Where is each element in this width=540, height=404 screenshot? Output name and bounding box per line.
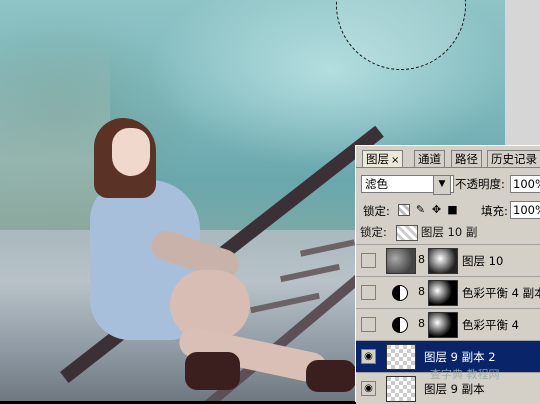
watermark: 查字典 教程网 [430,368,500,381]
tab-history[interactable]: 历史记录 [487,150,540,167]
eye-icon[interactable]: ◉ [361,381,376,396]
link-icon: 8 [418,317,425,330]
layer-row[interactable]: 8 色彩平衡 4 副本 [356,276,540,308]
girl-boot [306,360,356,392]
opacity-label: 不透明度: [455,177,505,191]
ghost-thumbnail [396,225,418,241]
tab-paths[interactable]: 路径 [451,150,482,167]
lock-label: 锁定: [363,204,390,218]
tab-channels[interactable]: 通道 [414,150,445,167]
close-icon[interactable]: × [391,155,399,166]
lock-icon[interactable]: ■ [446,203,459,216]
layer-name: 图层 9 副本 [424,382,485,396]
opacity-field[interactable]: 100% [510,175,540,193]
layer-thumbnail [386,376,416,402]
girl-knee [170,270,250,340]
visibility-toggle[interactable] [361,253,376,268]
visibility-toggle[interactable] [361,317,376,332]
layer-name: 色彩平衡 4 [462,318,519,332]
layer-name: 图层 10 [462,254,504,268]
lock-transparency-icon[interactable] [398,204,410,216]
chevron-down-icon[interactable]: ▼ [433,175,451,195]
layer-name: 色彩平衡 4 副本 [462,286,540,300]
drag-ghost: 锁定:图层 10 副本 2 [360,222,480,259]
layer-thumbnail [386,248,416,274]
ghost-lock-label: 锁定: [360,225,387,239]
adjustment-layer-icon [392,317,408,333]
layer-row[interactable]: 8 色彩平衡 4 [356,308,540,340]
fill-label: 填充: [481,204,508,218]
adjustment-layer-icon [392,285,408,301]
tab-label: 图层 [366,152,389,166]
layers-panel: 图层× 通道 路径 历史记录 滤色 ▼ 不透明度: 100% 锁定: ✎ ✥ ■… [355,145,540,404]
layer-mask-thumbnail[interactable] [428,280,458,306]
layer-mask-thumbnail[interactable] [428,312,458,338]
elliptical-selection-marquee[interactable] [336,0,466,70]
fill-field[interactable]: 100% [510,201,540,219]
visibility-toggle[interactable] [361,285,376,300]
eye-icon[interactable]: ◉ [361,349,376,364]
brush-icon[interactable]: ✎ [414,203,427,216]
layer-mask-thumbnail[interactable] [428,248,458,274]
layer-thumbnail [386,344,416,370]
girl-face [112,128,150,176]
tab-divider [356,167,540,168]
move-icon[interactable]: ✥ [430,203,443,216]
canvas-background-strip [505,0,540,145]
girl-boot [185,352,240,390]
layer-row[interactable]: 8 图层 10 [356,244,540,276]
layer-name: 图层 9 副本 2 [424,350,496,364]
panel-tabs: 图层 × 通道 路径 历史记录 [356,150,540,168]
tab-layers[interactable]: 图层 × [362,150,404,167]
link-icon: 8 [418,253,425,266]
link-icon: 8 [418,285,425,298]
